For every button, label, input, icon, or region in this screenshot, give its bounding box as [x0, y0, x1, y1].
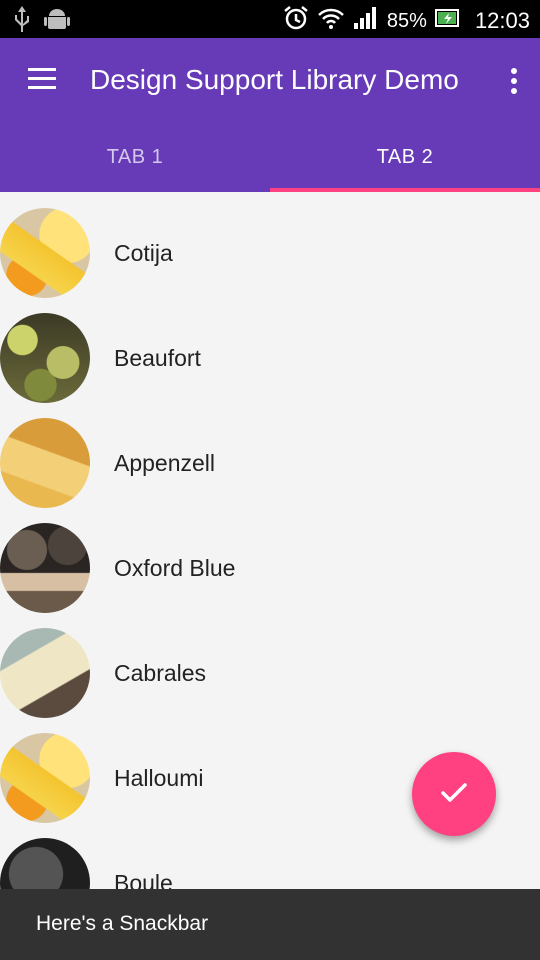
tab-1[interactable]: TAB 1: [0, 122, 270, 192]
wifi-icon: [317, 6, 345, 35]
snackbar: Here's a Snackbar: [0, 889, 540, 960]
app-bar: Design Support Library Demo TAB 1 TAB 2: [0, 38, 540, 192]
more-vert-icon[interactable]: [510, 68, 518, 96]
avatar: [0, 418, 90, 508]
fab-button[interactable]: [412, 752, 496, 836]
alarm-icon: [283, 5, 309, 36]
list-item-oxford-blue[interactable]: Oxford Blue: [0, 509, 540, 614]
list-item-cabrales[interactable]: Cabrales: [0, 614, 540, 719]
list-item-beaufort[interactable]: Beaufort: [0, 299, 540, 404]
list-item-label: Appenzell: [114, 450, 216, 476]
check-icon: [438, 776, 470, 813]
list-item-label: Cotija: [114, 240, 173, 266]
avatar: [0, 733, 90, 823]
snackbar-text: Here's a Snackbar: [36, 912, 209, 935]
usb-icon: [14, 6, 30, 37]
avatar: [0, 523, 90, 613]
list-item-label: Beaufort: [114, 345, 201, 371]
hamburger-icon[interactable]: [28, 68, 56, 92]
avatar: [0, 838, 90, 889]
status-bar: 85% 12:03: [0, 0, 540, 38]
list-item-label: Oxford Blue: [114, 555, 236, 581]
android-icon: [44, 6, 70, 37]
battery-percent: 85%: [386, 9, 427, 32]
list-item-label: Boule: [114, 870, 173, 889]
avatar: [0, 313, 90, 403]
toolbar-title: Design Support Library Demo: [90, 64, 459, 95]
list-item-label: Halloumi: [114, 765, 204, 791]
signal-icon: [353, 6, 379, 35]
battery-icon: [434, 8, 461, 33]
tab-2[interactable]: TAB 2: [270, 122, 540, 192]
list-item-appenzell[interactable]: Appenzell: [0, 404, 540, 509]
list-item-cotija[interactable]: Cotija: [0, 194, 540, 299]
avatar: [0, 628, 90, 718]
list-item-label: Cabrales: [114, 660, 207, 686]
clock: 12:03: [474, 7, 530, 33]
avatar: [0, 208, 90, 298]
tab-bar: TAB 1 TAB 2: [0, 122, 540, 192]
